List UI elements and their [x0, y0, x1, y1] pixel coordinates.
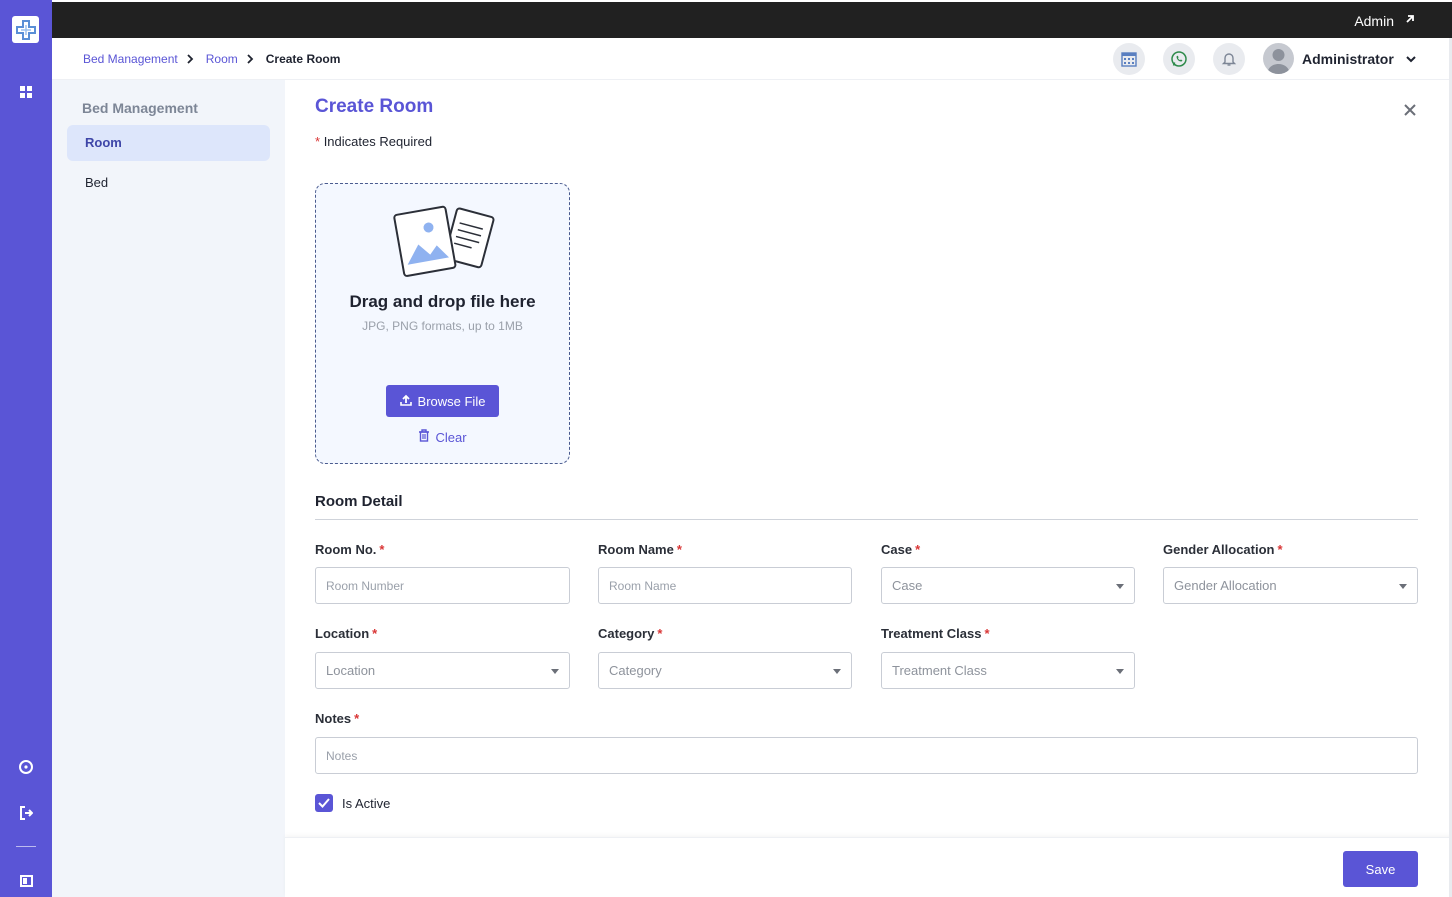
is-active-checkbox[interactable] — [315, 794, 333, 812]
location-select[interactable]: Location — [315, 652, 570, 689]
clear-button[interactable]: Clear — [316, 429, 569, 445]
header-bar: Bed Management Room Create Room Administ… — [52, 38, 1452, 80]
image-upload-illustration — [391, 202, 495, 280]
admin-label[interactable]: Admin — [1354, 13, 1394, 29]
breadcrumb-bed-management[interactable]: Bed Management — [83, 52, 178, 66]
notes-input[interactable] — [315, 737, 1418, 774]
chevron-right-icon — [247, 54, 255, 64]
whatsapp-icon[interactable] — [1163, 43, 1195, 75]
top-bar: Admin — [52, 0, 1452, 38]
help-icon[interactable] — [16, 757, 36, 777]
location-label: Location * — [315, 626, 378, 641]
breadcrumb: Bed Management Room Create Room — [83, 52, 340, 66]
notes-label: Notes * — [315, 711, 360, 726]
left-rail — [0, 0, 52, 897]
room-name-label: Room Name * — [598, 542, 682, 557]
page-title: Create Room — [315, 96, 434, 117]
calendar-icon[interactable] — [1113, 43, 1145, 75]
gender-allocation-label: Gender Allocation * — [1163, 542, 1283, 557]
treatment-class-select[interactable]: Treatment Class — [881, 652, 1135, 689]
caret-down-icon — [551, 669, 559, 674]
dropzone-subtitle: JPG, PNG formats, up to 1MB — [362, 319, 523, 333]
subnav-item-bed[interactable]: Bed — [67, 165, 270, 201]
chevron-down-icon[interactable] — [1405, 52, 1417, 64]
room-number-input[interactable] — [315, 567, 570, 604]
subnav-item-room[interactable]: Room — [67, 125, 270, 161]
dashboard-grid-icon[interactable] — [16, 82, 36, 102]
form-footer: Save — [285, 837, 1452, 897]
case-label: Case * — [881, 542, 921, 557]
trash-icon — [418, 429, 430, 445]
browse-file-button[interactable]: Browse File — [386, 385, 499, 417]
caret-down-icon — [1399, 584, 1407, 589]
external-arrow-icon[interactable] — [1404, 12, 1418, 26]
logout-icon[interactable] — [16, 803, 36, 823]
collapse-panel-icon[interactable] — [16, 871, 36, 891]
breadcrumb-current: Create Room — [265, 52, 341, 66]
section-title-room-detail: Room Detail — [315, 493, 403, 510]
username[interactable]: Administrator — [1302, 51, 1394, 67]
required-note: * Indicates Required — [315, 134, 433, 149]
room-name-input[interactable] — [598, 567, 852, 604]
file-dropzone[interactable]: Drag and drop file here JPG, PNG formats… — [315, 183, 570, 464]
caret-down-icon — [1116, 669, 1124, 674]
case-select[interactable]: Case — [881, 567, 1135, 604]
treatment-class-label: Treatment Class * — [881, 626, 990, 641]
breadcrumb-room[interactable]: Room — [206, 52, 238, 66]
avatar[interactable] — [1263, 43, 1294, 74]
section-divider — [315, 519, 1418, 520]
app-logo-icon[interactable] — [12, 16, 39, 43]
browse-file-label: Browse File — [417, 393, 486, 409]
checkmark-icon — [318, 798, 330, 808]
close-icon[interactable] — [1401, 101, 1419, 119]
room-no-label: Room No. * — [315, 542, 385, 557]
bell-icon[interactable] — [1213, 43, 1245, 75]
save-button[interactable]: Save — [1343, 851, 1418, 887]
caret-down-icon — [1116, 584, 1124, 589]
chevron-right-icon — [187, 54, 195, 64]
dropzone-title: Drag and drop file here — [349, 292, 536, 311]
upload-icon — [399, 394, 412, 409]
clear-label: Clear — [435, 429, 467, 445]
main-content: Create Room * Indicates Required Drag an… — [285, 80, 1452, 897]
is-active-label[interactable]: Is Active — [342, 796, 390, 811]
category-select[interactable]: Category — [598, 652, 852, 689]
rail-divider — [16, 846, 36, 847]
gender-allocation-select[interactable]: Gender Allocation — [1163, 567, 1418, 604]
category-label: Category * — [598, 626, 663, 641]
caret-down-icon — [833, 669, 841, 674]
subnav-title: Bed Management — [82, 100, 198, 116]
sub-navigation: Bed Management Room Bed — [52, 80, 285, 897]
